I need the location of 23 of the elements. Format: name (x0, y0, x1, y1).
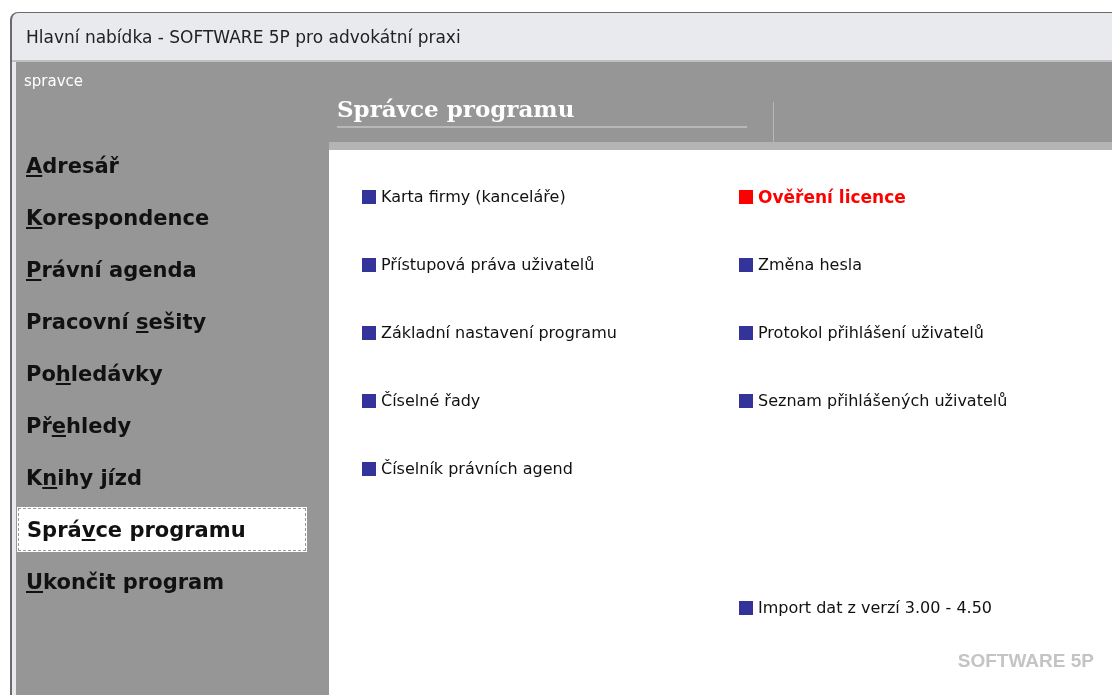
sidebar-item[interactable]: Přehledy (16, 403, 306, 448)
section-title: Správce programu (337, 95, 748, 128)
sidebar-item[interactable]: Správce programu (17, 507, 307, 552)
brand-text: SOFTWARE 5P (957, 650, 1094, 672)
user-name: spravce (23, 71, 84, 90)
menu-link[interactable]: Přístupová práva uživatelů (362, 254, 595, 275)
sidebar-item[interactable]: Pracovní sešity (16, 299, 306, 344)
sidebar-item[interactable]: Knihy jízd (16, 455, 306, 500)
window-title: Hlavní nabídka - SOFTWARE 5P pro advokátní praxi (26, 26, 461, 47)
menu-link[interactable]: Změna hesla (739, 254, 862, 275)
menu-link[interactable]: Číselník právních agend (362, 458, 573, 479)
sidebar-item[interactable]: Ukončit program (16, 559, 306, 604)
sidebar-item[interactable]: Pohledávky (16, 351, 306, 396)
sidebar-item[interactable]: Adresář (16, 143, 306, 188)
menu-link[interactable]: Ověření licence (739, 186, 906, 207)
menu-link[interactable]: Protokol přihlášení uživatelů (739, 322, 984, 343)
menu-link[interactable]: Import dat z verzí 3.00 - 4.50 (739, 597, 992, 618)
sidebar-item[interactable]: Korespondence (16, 195, 306, 240)
menu-link[interactable]: Seznam přihlášených uživatelů (739, 390, 1008, 411)
menu-link[interactable]: Základní nastavení programu (362, 322, 617, 343)
menu-link[interactable]: Číselné řady (362, 390, 481, 411)
sidebar-item[interactable]: Právní agenda (16, 247, 306, 292)
menu-link[interactable]: Karta firmy (kanceláře) (362, 186, 566, 207)
